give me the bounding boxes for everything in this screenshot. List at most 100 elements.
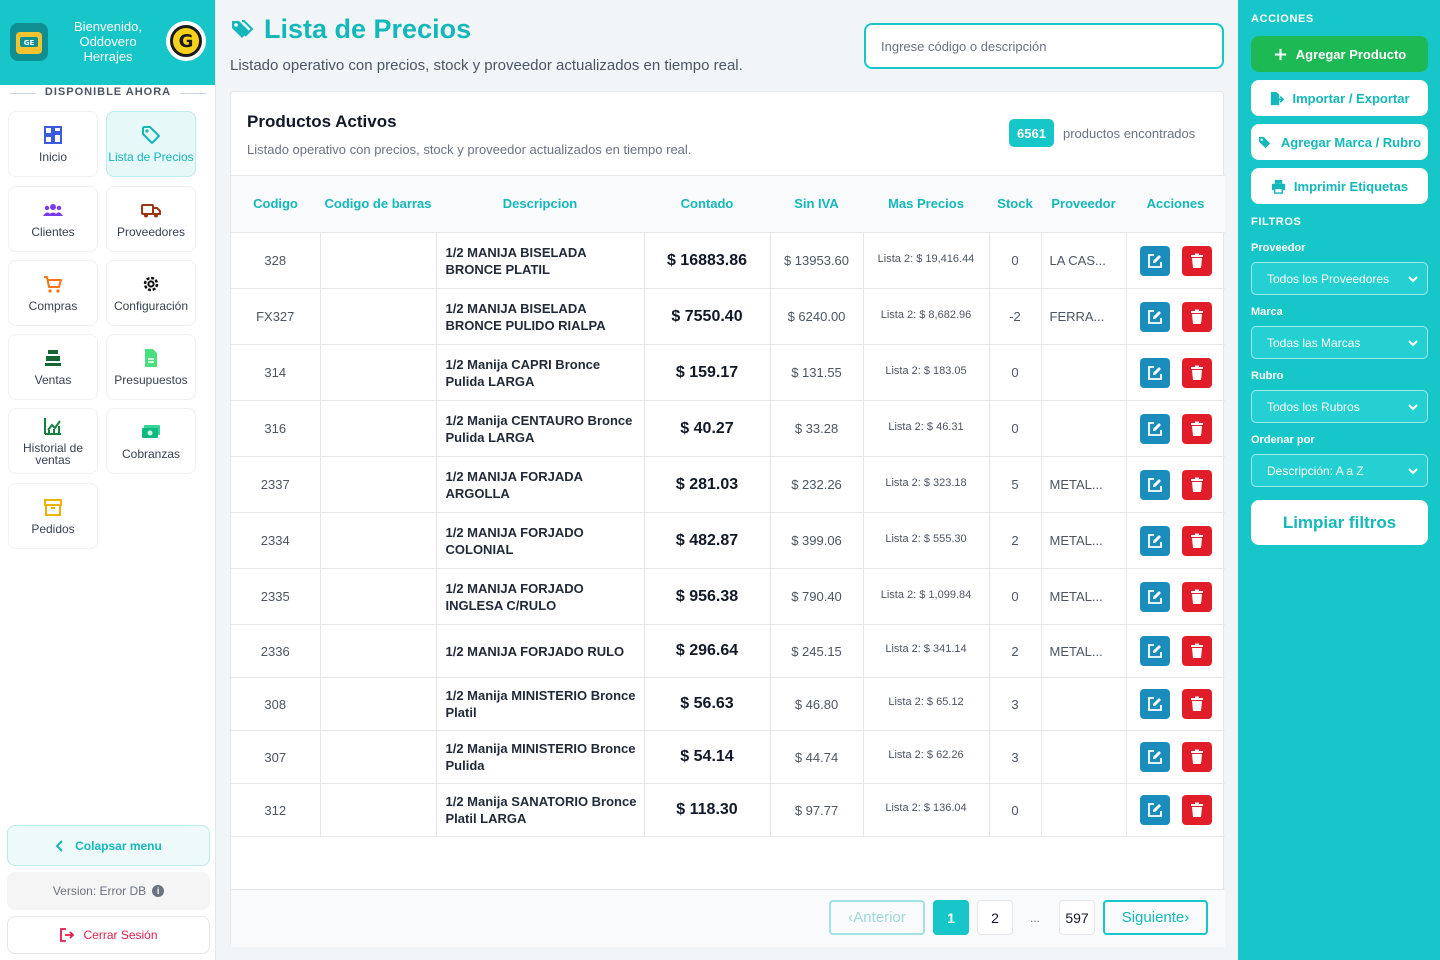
sidebar-item-inicio[interactable]: Inicio — [8, 111, 98, 177]
sidebar-item-configuracion[interactable]: Configuración — [106, 260, 196, 326]
cell-sin-iva: $ 245.15 — [770, 624, 864, 678]
edit-icon — [1147, 477, 1162, 492]
category-select[interactable]: Todos los Rubros — [1251, 390, 1428, 423]
edit-button[interactable] — [1139, 742, 1170, 772]
order-select[interactable]: Descripción: A a Z — [1251, 454, 1428, 487]
sidebar-item-lista-de-precios[interactable]: Lista de Precios — [106, 111, 196, 177]
delete-button[interactable] — [1181, 636, 1212, 666]
delete-button[interactable] — [1181, 413, 1212, 444]
add-brand-label: Agregar Marca / Rubro — [1280, 134, 1422, 150]
edit-button[interactable] — [1139, 689, 1170, 719]
edit-button[interactable] — [1139, 469, 1170, 500]
add-product-button[interactable]: Agregar Producto — [1251, 36, 1428, 72]
column-header[interactable]: Stock — [989, 175, 1041, 233]
collapse-menu-button[interactable]: Colapsar menu — [7, 825, 210, 866]
sidebar-item-cobranzas[interactable]: Cobranzas — [106, 408, 196, 474]
order-select-value: Descripción: A a Z — [1267, 463, 1364, 478]
edit-button[interactable] — [1139, 357, 1170, 388]
sidebar-item-proveedores[interactable]: Proveedores — [106, 186, 196, 252]
sidebar-item-clientes[interactable]: Clientes — [8, 186, 98, 252]
table-row[interactable]: 314 1/2 Manija CAPRI Bronce Pulida LARGA $… — [231, 344, 1225, 401]
prev-page-button[interactable]: ‹ Anterior — [829, 900, 925, 935]
column-header[interactable]: Contado — [644, 175, 770, 233]
more-prices-text[interactable]: Lista 2: $ 341.14 — [864, 643, 989, 659]
table-row[interactable]: 2337 1/2 MANIJA FORJADA ARGOLLA $ 281.03 $ … — [231, 456, 1225, 513]
page-button[interactable]: 597 — [1059, 900, 1095, 935]
delete-button[interactable] — [1181, 301, 1212, 332]
sidebar-header: GE Bienvenido, Oddovero Herrajes G — [0, 0, 215, 85]
table-row[interactable]: 2336 1/2 MANIJA FORJADO RULO $ 296.64 $ 245… — [231, 624, 1225, 678]
delete-button[interactable] — [1181, 581, 1212, 612]
edit-button[interactable] — [1139, 245, 1170, 276]
table-row[interactable]: 2334 1/2 MANIJA FORJADO COLONIAL $ 482.87 $… — [231, 512, 1225, 569]
column-header[interactable]: Proveedor — [1041, 175, 1126, 233]
import-export-button[interactable]: Importar / Exportar — [1251, 80, 1428, 116]
app-logo[interactable]: GE — [10, 23, 48, 61]
delete-button[interactable] — [1181, 689, 1212, 719]
edit-button[interactable] — [1139, 636, 1170, 666]
avatar[interactable]: G — [166, 21, 206, 61]
add-brand-button[interactable]: Agregar Marca / Rubro — [1251, 124, 1428, 160]
edit-button[interactable] — [1139, 795, 1170, 825]
column-header[interactable]: Mas Precios — [863, 175, 989, 233]
delete-button[interactable] — [1181, 469, 1212, 500]
delete-button[interactable] — [1181, 742, 1212, 772]
table-row[interactable]: 2335 1/2 MANIJA FORJADO INGLESA C/RULO $ 9… — [231, 568, 1225, 625]
delete-button[interactable] — [1181, 245, 1212, 276]
search-input[interactable] — [864, 23, 1224, 69]
edit-button[interactable] — [1139, 525, 1170, 556]
delete-button[interactable] — [1181, 525, 1212, 556]
clear-filters-button[interactable]: Limpiar filtros — [1251, 500, 1428, 545]
table-row[interactable]: 328 1/2 MANIJA BISELADA BRONCE PLATIL $ 16… — [231, 232, 1225, 289]
column-header[interactable]: Codigo — [231, 175, 320, 233]
sidebar-item-pedidos[interactable]: Pedidos — [8, 483, 98, 549]
edit-button[interactable] — [1139, 301, 1170, 332]
edit-button[interactable] — [1139, 413, 1170, 444]
provider-select[interactable]: Todos los Proveedores — [1251, 262, 1428, 295]
page-button[interactable]: 2 — [977, 900, 1013, 935]
products-card: Productos Activos Listado operativo con … — [230, 91, 1225, 947]
more-prices-text[interactable]: Lista 2: $ 46.31 — [864, 421, 989, 437]
table-row[interactable]: 312 1/2 Manija SANATORIO Bronce Platil LA… — [231, 783, 1225, 837]
delete-button[interactable] — [1181, 357, 1212, 388]
cell-stock: 0 — [989, 783, 1042, 837]
cell-proveedor — [1041, 677, 1127, 731]
document-icon — [145, 349, 157, 367]
more-prices-text[interactable]: Lista 2: $ 183.05 — [864, 365, 989, 381]
file-export-icon — [1271, 91, 1285, 105]
more-prices-text[interactable]: Lista 2: $ 323.18 — [864, 477, 989, 493]
table-row[interactable]: 307 1/2 Manija MINISTERIO Bronce Pulida $ … — [231, 730, 1225, 784]
more-prices-text[interactable]: Lista 2: $ 65.12 — [864, 696, 989, 712]
delete-button[interactable] — [1181, 795, 1212, 825]
gear-icon — [143, 276, 159, 292]
more-prices-text[interactable]: Lista 2: $ 19,416.44 — [864, 253, 989, 269]
sidebar-item-historial-de-ventas[interactable]: Historial de ventas — [8, 408, 98, 474]
edit-icon — [1147, 365, 1162, 380]
more-prices-text[interactable]: Lista 2: $ 136.04 — [864, 802, 989, 818]
brand-select[interactable]: Todas las Marcas — [1251, 326, 1428, 359]
more-prices-text[interactable]: Lista 2: $ 555.30 — [864, 533, 989, 549]
more-prices-text[interactable]: Lista 2: $ 62.26 — [864, 749, 989, 765]
column-header[interactable]: Codigo de barras — [320, 175, 436, 233]
next-page-button[interactable]: Siguiente › — [1103, 900, 1208, 935]
cell-sin-iva: $ 44.74 — [770, 730, 864, 784]
column-header[interactable]: Sin IVA — [770, 175, 863, 233]
cell-sin-iva: $ 232.26 — [770, 456, 864, 513]
sidebar-item-presupuestos[interactable]: Presupuestos — [106, 334, 196, 400]
column-header[interactable]: Descripcion — [436, 175, 644, 233]
cell-mas-precios: Lista 2: $ 183.05 — [863, 344, 990, 401]
cell-acciones — [1126, 568, 1225, 625]
print-labels-button[interactable]: Imprimir Etiquetas — [1251, 168, 1428, 204]
logout-button[interactable]: Cerrar Sesión — [7, 916, 210, 954]
edit-button[interactable] — [1139, 581, 1170, 612]
page-button[interactable]: 1 — [933, 900, 969, 935]
more-prices-text[interactable]: Lista 2: $ 8,682.96 — [864, 309, 989, 325]
sidebar-item-compras[interactable]: Compras — [8, 260, 98, 326]
info-icon[interactable]: i — [152, 885, 165, 897]
more-prices-text[interactable]: Lista 2: $ 1,099.84 — [864, 589, 989, 605]
table-row[interactable]: 308 1/2 Manija MINISTERIO Bronce Platil $ … — [231, 677, 1225, 731]
cell-proveedor: METAL... — [1041, 568, 1127, 625]
table-row[interactable]: 316 1/2 Manija CENTAURO Bronce Pulida LAR… — [231, 400, 1225, 457]
table-row[interactable]: FX327 1/2 MANIJA BISELADA BRONCE PULIDO R… — [231, 288, 1225, 345]
sidebar-item-ventas[interactable]: Ventas — [8, 334, 98, 400]
